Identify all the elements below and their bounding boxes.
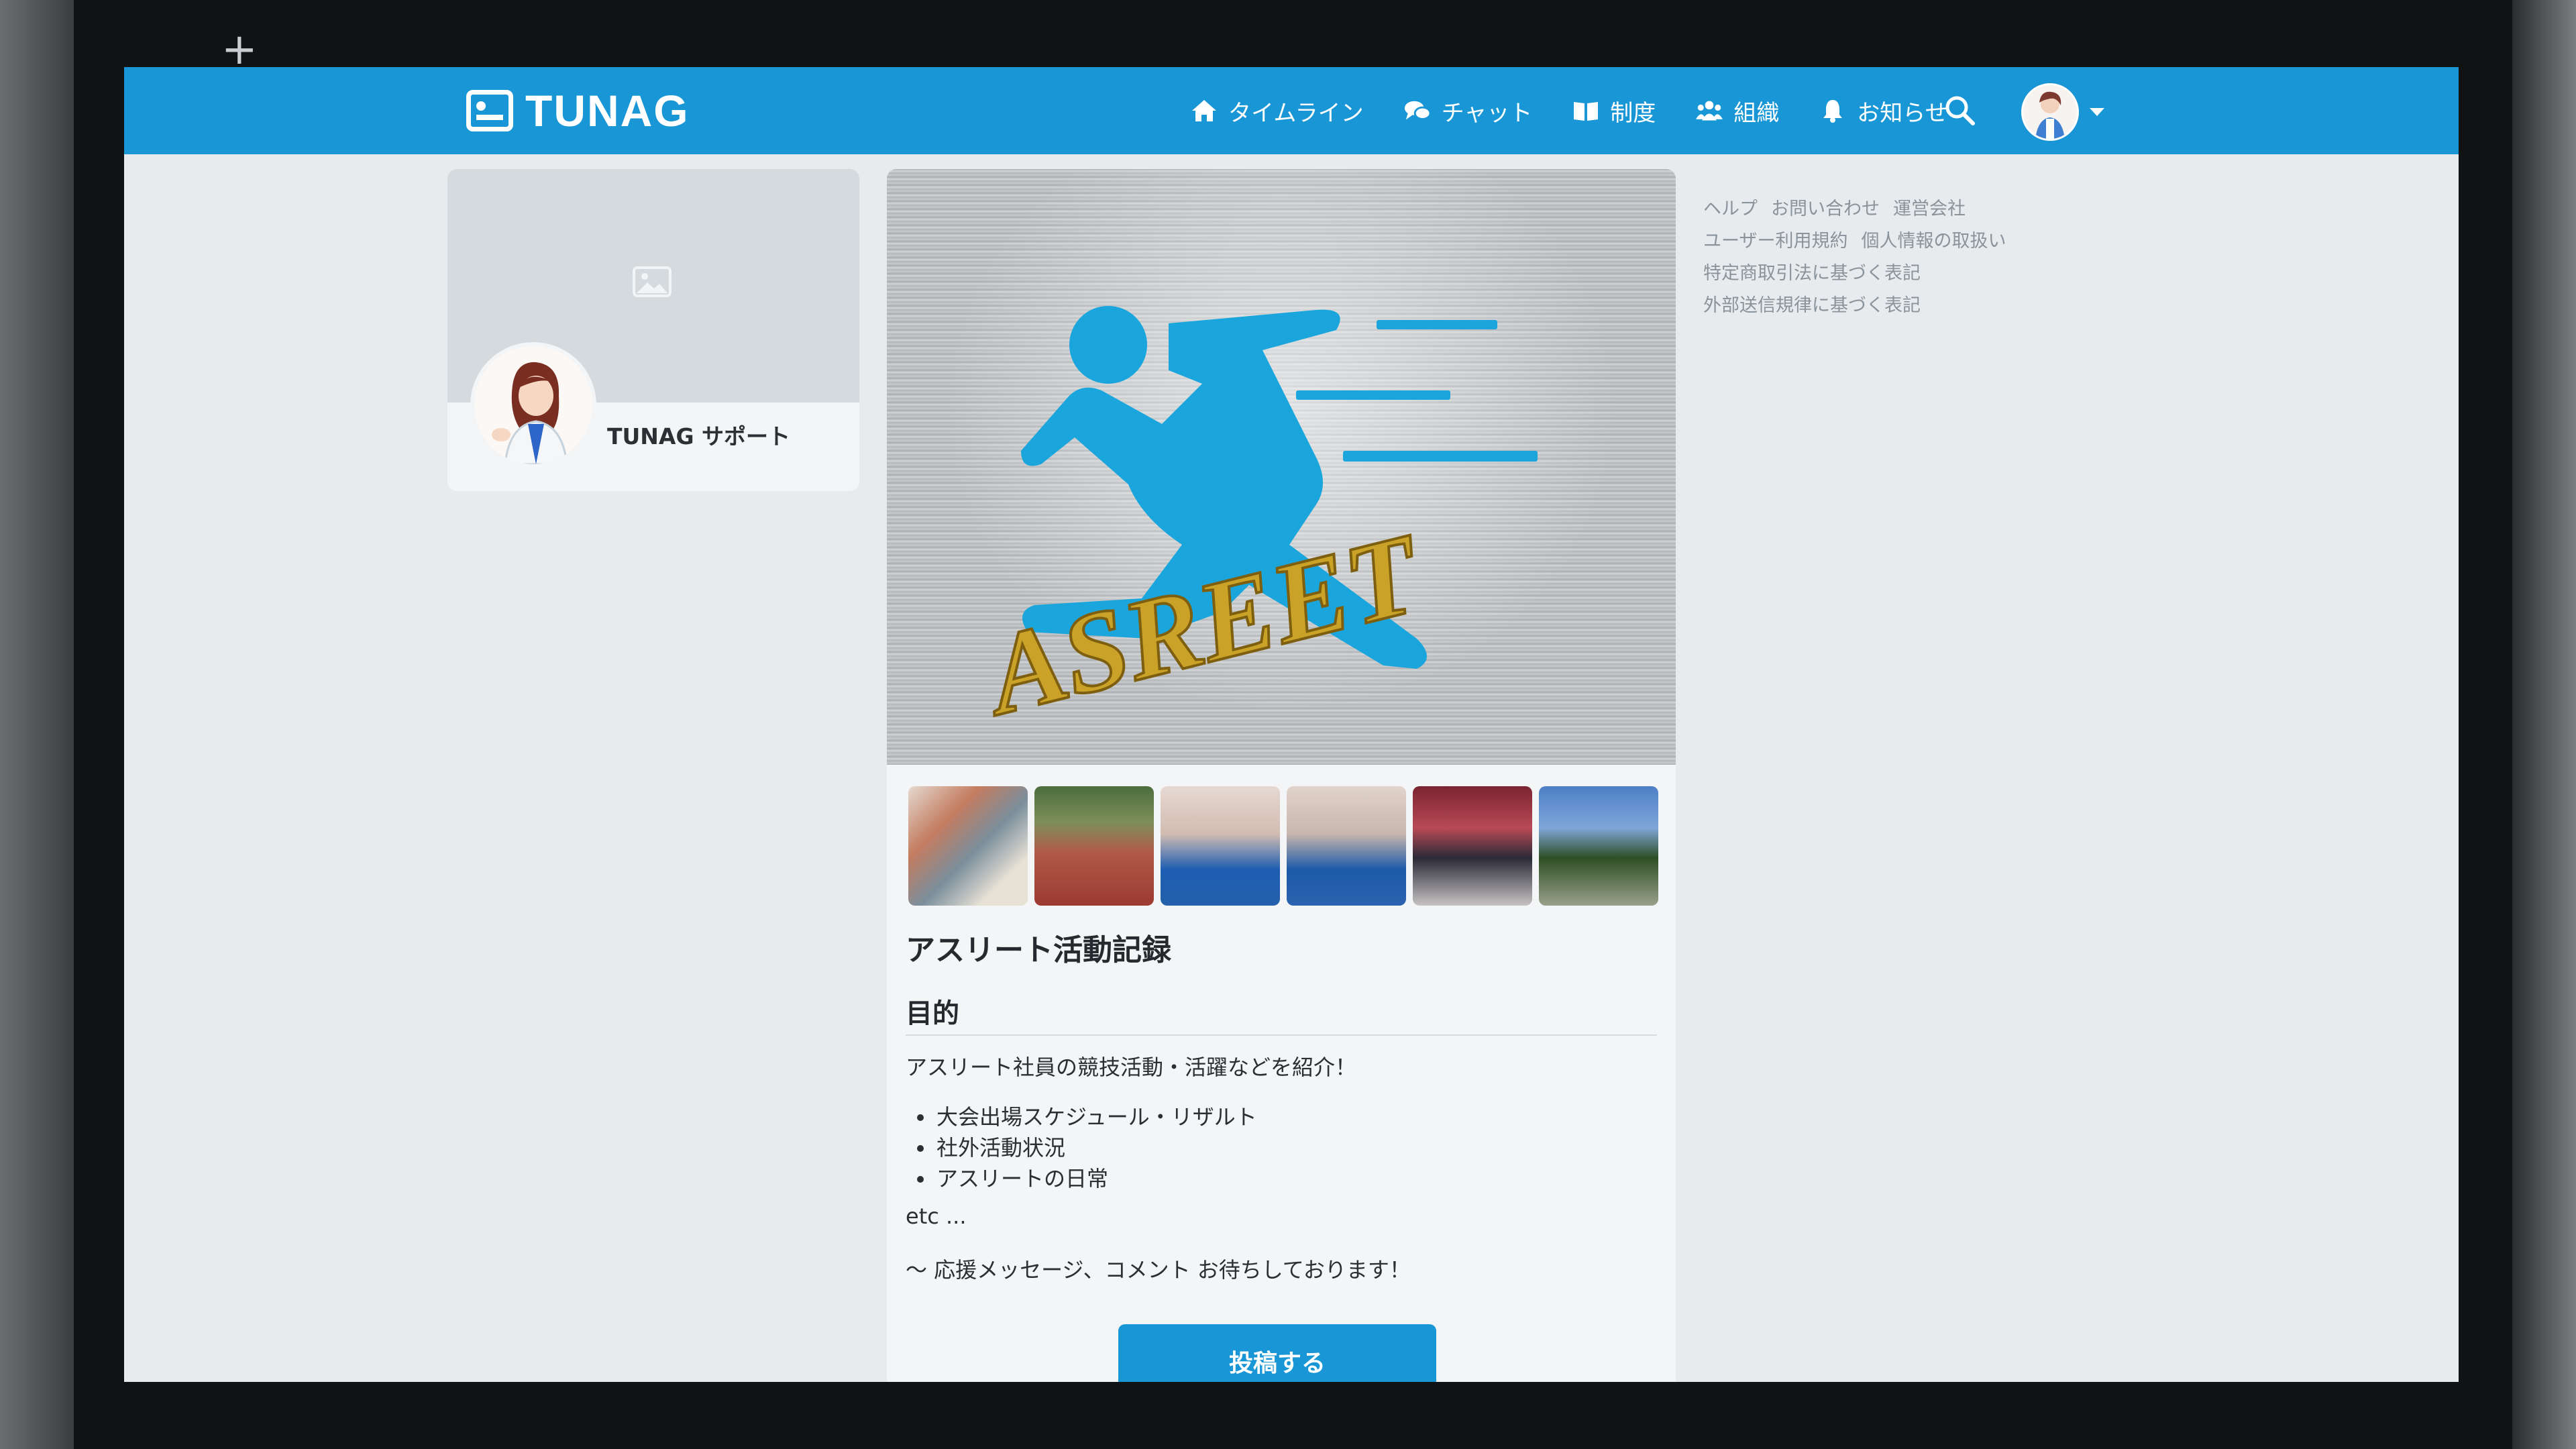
support-message: 〜 応援メッセージ、コメント お待ちしております！: [906, 1257, 1411, 1283]
photo-thumbnail[interactable]: [1161, 786, 1280, 906]
wall-left: [0, 0, 74, 1449]
group-banner: ASREET: [887, 169, 1676, 765]
purpose-heading: 目的: [906, 998, 959, 1029]
nav-organization-label: 組織: [1733, 99, 1780, 127]
nav-chat-label: チャット: [1441, 99, 1533, 127]
group-card: ASREET アスリート活動記録 目的 アスリート社員の競技活動・活躍などを紹介…: [887, 169, 1676, 1382]
image-placeholder-icon: [633, 266, 672, 297]
photo-thumbnail[interactable]: [1539, 786, 1658, 906]
logo-mark-icon: [466, 90, 513, 131]
nav-timeline[interactable]: タイムライン: [1191, 95, 1364, 127]
tunag-logo[interactable]: TUNAG: [466, 86, 690, 136]
photo-thumbnails: [908, 786, 1658, 906]
external-transmission-link[interactable]: 外部送信規律に基づく表記: [1703, 290, 1921, 322]
list-item: アスリートの日常: [935, 1163, 1257, 1194]
nav-notifications[interactable]: お知らせ: [1819, 95, 1948, 127]
photo-thumbnail[interactable]: [1413, 786, 1532, 906]
photo-thumbnail[interactable]: [1034, 786, 1154, 906]
profile-avatar: [470, 342, 596, 468]
commercial-law-link[interactable]: 特定商取引法に基づく表記: [1703, 258, 1921, 290]
nav-notifications-label: お知らせ: [1857, 99, 1948, 127]
profile-card[interactable]: TUNAG サポート: [447, 169, 859, 491]
logo-text: TUNAG: [525, 86, 690, 136]
nav-organization[interactable]: 組織: [1696, 95, 1779, 127]
book-icon: [1572, 99, 1599, 123]
list-item: 社外活動状況: [935, 1132, 1257, 1163]
post-button[interactable]: 投稿する: [1118, 1324, 1436, 1382]
contact-link[interactable]: お問い合わせ: [1771, 193, 1880, 225]
user-menu-button[interactable]: [2021, 83, 2106, 141]
nav-timeline-label: タイムライン: [1228, 99, 1364, 127]
main-nav: タイムライン チャット 制度 組織 お知らせ: [1191, 67, 1948, 154]
search-button[interactable]: [1942, 93, 1978, 129]
chat-icon: [1404, 99, 1431, 123]
people-icon: [1696, 99, 1723, 123]
footer-links: ヘルプ お問い合わせ 運営会社 ユーザー利用規約 個人情報の取扱い 特定商取引法…: [1703, 193, 2006, 322]
asreet-logo-image: ASREET: [969, 306, 1538, 741]
profile-name[interactable]: TUNAG サポート: [607, 419, 790, 451]
list-item: 大会出場スケジュール・リザルト: [935, 1102, 1257, 1132]
help-link[interactable]: ヘルプ: [1703, 193, 1758, 225]
plus-icon: +: [221, 25, 258, 74]
etc-text: etc ...: [906, 1203, 967, 1229]
avatar: [2021, 83, 2079, 141]
nav-system[interactable]: 制度: [1572, 95, 1656, 127]
nav-system-label: 制度: [1610, 99, 1656, 127]
home-icon: [1191, 99, 1218, 123]
bell-icon: [1819, 99, 1846, 123]
privacy-link[interactable]: 個人情報の取扱い: [1861, 225, 2006, 258]
terms-link[interactable]: ユーザー利用規約: [1703, 225, 1847, 258]
search-icon: [1945, 96, 1975, 125]
wall-right: [2512, 0, 2576, 1449]
screen: TUNAG タイムライン チャット 制度 組織 お知らせ TUNAG サポート …: [124, 67, 2459, 1382]
purpose-list: 大会出場スケジュール・リザルト 社外活動状況 アスリートの日常: [906, 1102, 1257, 1194]
nav-chat[interactable]: チャット: [1404, 95, 1533, 127]
divider: [906, 1034, 1657, 1036]
photo-thumbnail[interactable]: [908, 786, 1028, 906]
company-link[interactable]: 運営会社: [1893, 193, 1966, 225]
caret-down-icon: [2090, 108, 2104, 116]
purpose-text: アスリート社員の競技活動・活躍などを紹介！: [906, 1055, 1357, 1080]
top-navbar: TUNAG タイムライン チャット 制度 組織 お知らせ: [124, 67, 2459, 154]
group-title: アスリート活動記録: [906, 933, 1171, 967]
photo-thumbnail[interactable]: [1287, 786, 1406, 906]
